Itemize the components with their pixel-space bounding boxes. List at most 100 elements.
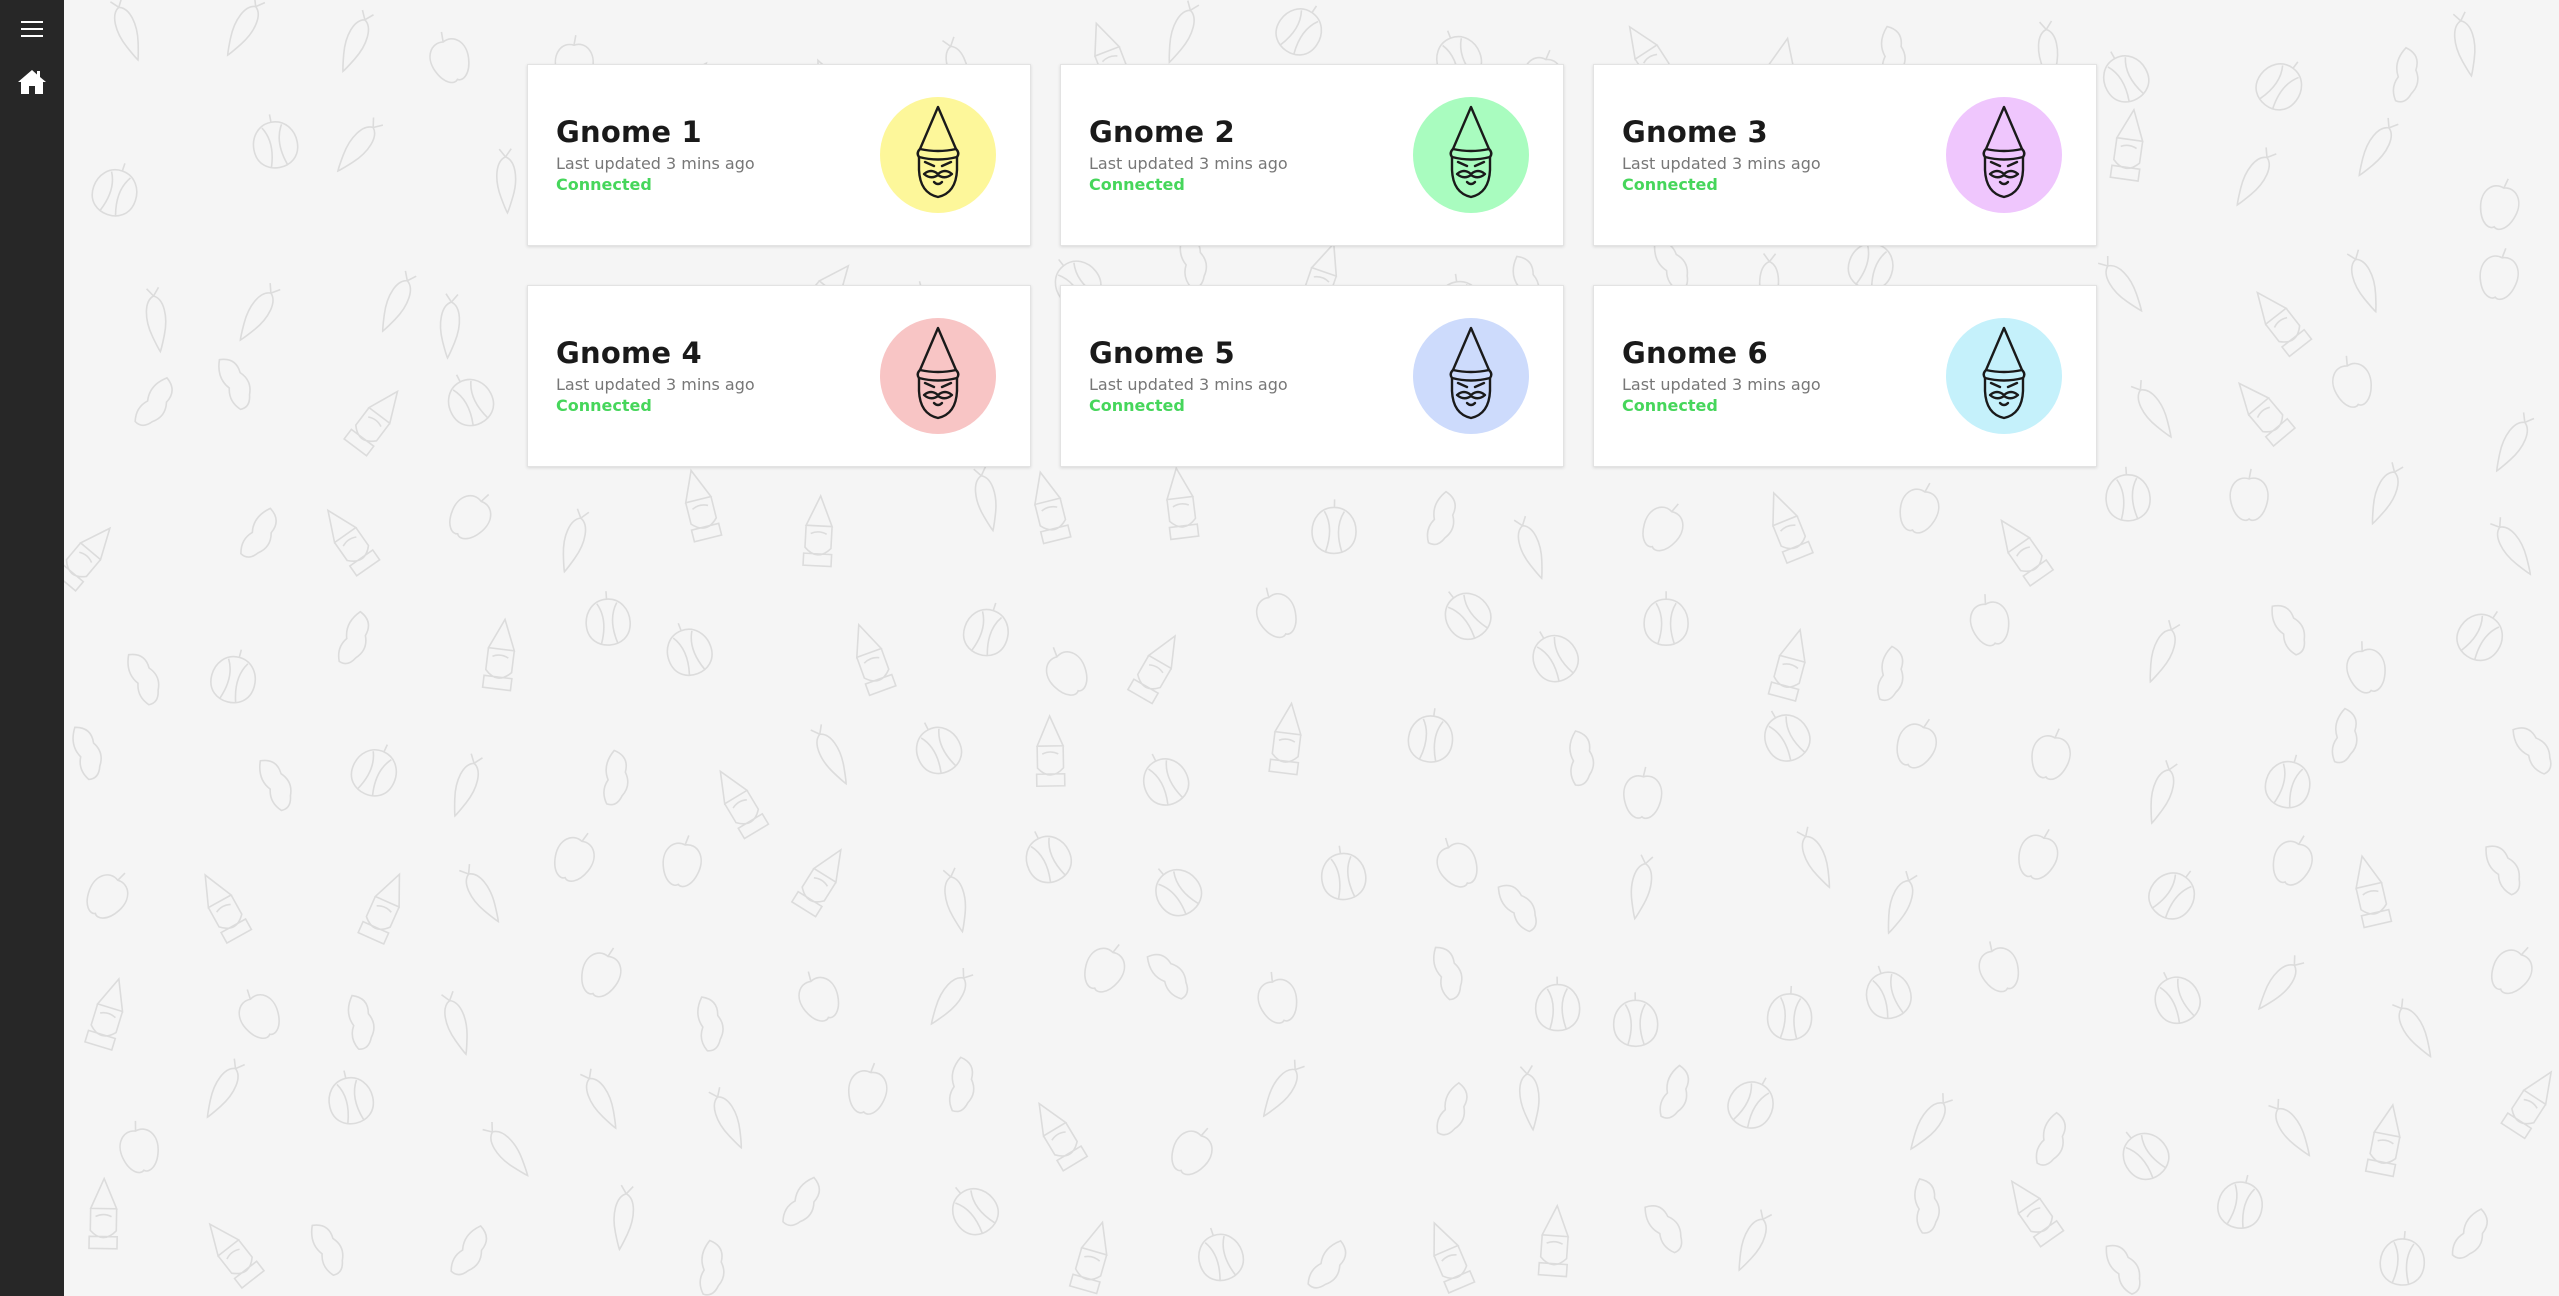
background-doodle — [1643, 591, 1689, 647]
background-doodle — [1426, 490, 1456, 546]
background-doodle — [662, 835, 702, 888]
background-doodle — [206, 1058, 246, 1119]
background-doodle — [127, 653, 160, 706]
background-doodle — [2392, 998, 2432, 1059]
background-doodle — [1978, 941, 2020, 993]
background-doodle — [1436, 837, 1478, 888]
background-doodle — [1877, 645, 1904, 702]
background-doodle — [441, 990, 468, 1056]
gnome-card[interactable]: Gnome 3 Last updated 3 mins ago Connecte… — [1593, 64, 2097, 246]
background-doodle — [2031, 728, 2071, 781]
background-doodle — [64, 526, 112, 593]
background-doodle — [2154, 971, 2201, 1025]
background-doodle — [2229, 468, 2269, 522]
background-doodle — [2109, 107, 2144, 183]
background-doodle — [1155, 868, 1203, 917]
background-doodle — [381, 270, 417, 333]
background-doodle — [2105, 466, 2151, 522]
background-doodle — [83, 977, 124, 1052]
gnome-card[interactable]: Gnome 4 Last updated 3 mins ago Connecte… — [527, 285, 1031, 467]
background-doodle — [2358, 117, 2399, 177]
background-doodle — [666, 622, 713, 677]
background-doodle — [1537, 1203, 1570, 1278]
background-doodle — [326, 508, 381, 577]
gnome-name: Gnome 5 — [1089, 336, 1235, 370]
gnome-card[interactable]: Gnome 6 Last updated 3 mins ago Connecte… — [1593, 285, 2097, 467]
background-doodle — [2355, 854, 2393, 929]
background-doodle — [1432, 946, 1463, 1001]
gnome-icon — [1973, 104, 2035, 206]
background-doodle — [310, 1224, 344, 1277]
gnome-avatar — [1413, 97, 1529, 213]
background-doodle — [337, 610, 370, 665]
gnome-avatar — [1413, 318, 1529, 434]
last-updated-text: Last updated 3 mins ago — [1089, 154, 1288, 173]
background-doodle — [1766, 985, 1813, 1041]
background-doodle — [1772, 491, 1815, 565]
background-doodle — [1569, 730, 1595, 787]
background-doodle — [962, 602, 1009, 657]
background-doodle — [2392, 46, 2419, 103]
background-doodle — [2257, 955, 2305, 1011]
background-doodle — [1025, 831, 1073, 884]
gnome-card-grid: Gnome 1 Last updated 3 mins ago Connecte… — [527, 64, 2097, 467]
background-doodle — [562, 508, 590, 574]
background-doodle — [1307, 1239, 1347, 1289]
background-doodle — [1038, 1101, 1089, 1172]
background-doodle — [2451, 1208, 2488, 1259]
background-doodle — [782, 1176, 821, 1227]
background-doodle — [2479, 178, 2520, 231]
background-doodle — [336, 117, 384, 173]
background-doodle — [2456, 611, 2503, 662]
last-updated-text: Last updated 3 mins ago — [556, 375, 755, 394]
background-doodle — [2000, 518, 2055, 588]
gnome-card[interactable]: Gnome 5 Last updated 3 mins ago Connecte… — [1060, 285, 1564, 467]
background-doodle — [848, 1062, 888, 1115]
background-doodle — [1126, 634, 1177, 705]
background-doodle — [2332, 355, 2372, 408]
background-doodle — [1407, 708, 1454, 763]
background-doodle — [2148, 870, 2196, 920]
background-doodle — [2452, 11, 2476, 78]
background-doodle — [1899, 482, 1940, 534]
gnome-card[interactable]: Gnome 2 Last updated 3 mins ago Connecte… — [1060, 64, 1564, 246]
gnome-name: Gnome 6 — [1622, 336, 1768, 370]
background-doodle — [259, 759, 292, 812]
background-doodle — [2512, 727, 2552, 775]
background-doodle — [2130, 379, 2172, 439]
menu-button[interactable] — [19, 20, 45, 42]
background-doodle — [2149, 619, 2181, 684]
gnome-card[interactable]: Gnome 1 Last updated 3 mins ago Connecte… — [527, 64, 1031, 246]
background-doodle — [2150, 760, 2178, 825]
gnome-icon — [1440, 104, 1502, 206]
background-doodle — [1630, 854, 1654, 921]
background-doodle — [226, 0, 266, 57]
background-doodle — [342, 9, 374, 73]
background-doodle — [239, 283, 281, 342]
background-doodle — [951, 1186, 1000, 1236]
background-doodle — [1612, 992, 1659, 1048]
background-doodle — [948, 1056, 975, 1113]
background-doodle — [1068, 1220, 1108, 1295]
background-doodle — [2271, 604, 2306, 656]
background-doodle — [2346, 249, 2377, 314]
background-doodle — [1171, 1127, 1213, 1176]
background-doodle — [350, 744, 398, 797]
background-doodle — [1198, 1227, 1245, 1282]
background-doodle — [72, 726, 102, 781]
background-doodle — [1518, 1065, 1540, 1132]
background-doodle — [1275, 5, 1323, 56]
background-doodle — [496, 148, 517, 215]
background-doodle — [91, 163, 138, 217]
last-updated-text: Last updated 3 mins ago — [1622, 375, 1821, 394]
background-doodle — [697, 996, 724, 1052]
background-doodle — [1268, 701, 1302, 776]
background-doodle — [684, 468, 723, 543]
background-doodle — [119, 1120, 159, 1174]
connection-status: Connected — [1089, 175, 1185, 194]
background-doodle — [1642, 503, 1684, 552]
background-doodle — [449, 493, 492, 540]
background-doodle — [1865, 965, 1912, 1020]
home-button[interactable] — [15, 68, 49, 100]
background-doodle — [855, 622, 897, 697]
